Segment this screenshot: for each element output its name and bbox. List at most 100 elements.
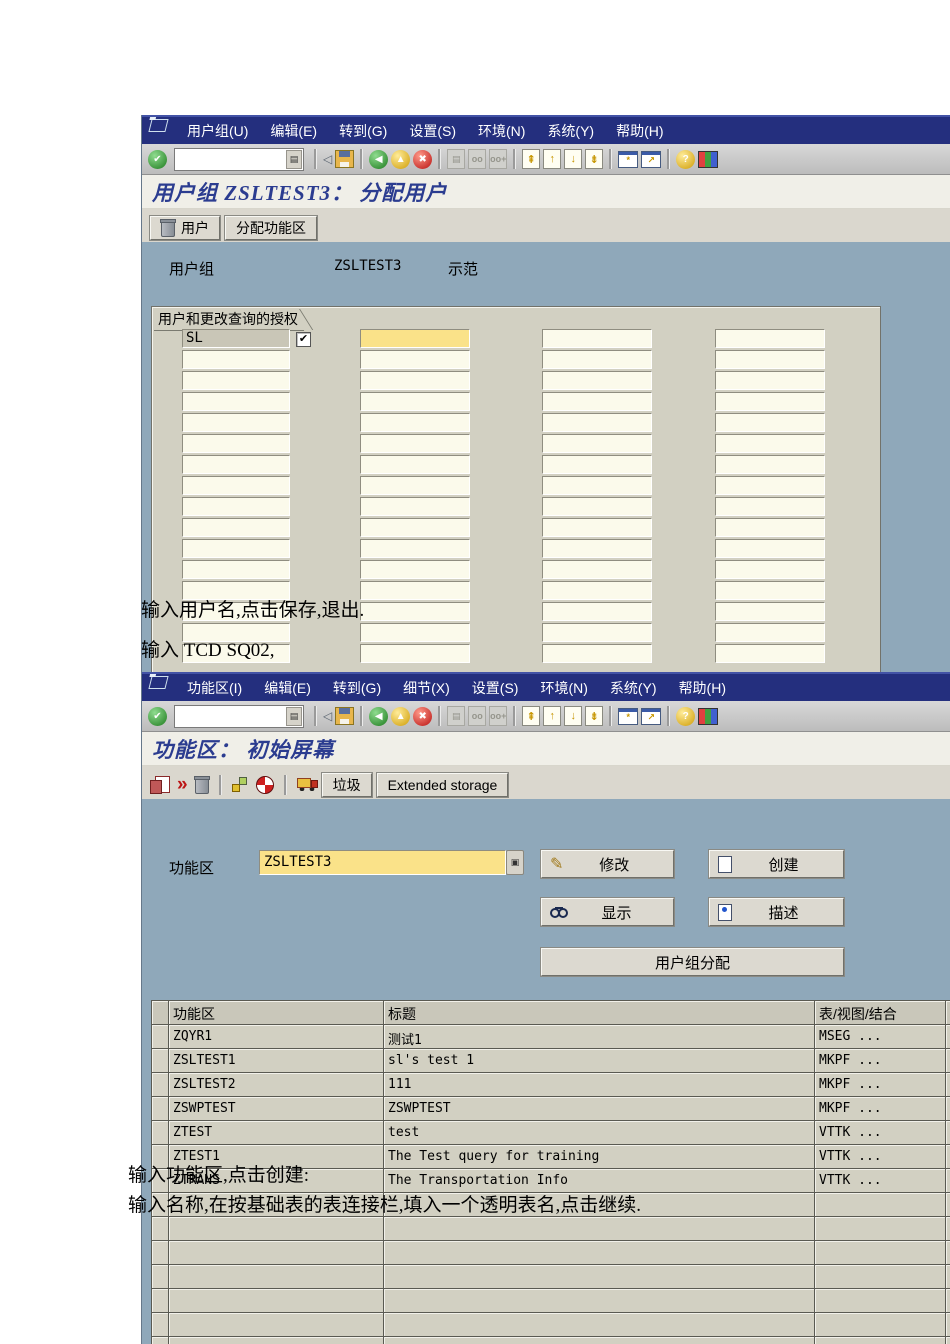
page-up-icon[interactable]: ↑ bbox=[543, 706, 562, 726]
find-icon[interactable]: oo bbox=[468, 149, 487, 169]
menu-item-help[interactable]: 帮助(H) bbox=[605, 121, 674, 141]
garbage-button[interactable]: 垃圾 bbox=[321, 772, 372, 797]
menu-item-goto[interactable]: 转到(G) bbox=[328, 121, 398, 141]
user-field[interactable] bbox=[542, 518, 652, 537]
user-field[interactable] bbox=[715, 623, 825, 642]
user-field[interactable] bbox=[715, 413, 825, 432]
row-selector[interactable] bbox=[152, 1241, 169, 1265]
user-group-assignment-button[interactable]: 用户组分配 bbox=[541, 948, 844, 976]
display-button[interactable]: 显示 bbox=[541, 898, 674, 926]
transport-icon[interactable] bbox=[296, 778, 318, 791]
last-page-icon[interactable]: ⇟ bbox=[585, 706, 604, 726]
menu-item-help[interactable]: 帮助(H) bbox=[668, 678, 737, 698]
description-button[interactable]: 描述 bbox=[709, 898, 844, 926]
user-field[interactable] bbox=[360, 371, 470, 390]
user-field[interactable] bbox=[715, 560, 825, 579]
user-field[interactable] bbox=[182, 413, 290, 432]
user-field[interactable] bbox=[715, 602, 825, 621]
user-selected-checkbox[interactable]: ✔ bbox=[296, 332, 311, 347]
user-field[interactable] bbox=[542, 581, 652, 600]
page-down-icon[interactable]: ↓ bbox=[564, 149, 583, 169]
user-field[interactable] bbox=[360, 497, 470, 516]
menu-item-user-group[interactable]: 用户组(U) bbox=[176, 121, 259, 141]
delete-user-button[interactable]: 用户 bbox=[150, 215, 220, 240]
where-used-icon[interactable] bbox=[231, 777, 249, 792]
row-selector[interactable] bbox=[152, 1001, 169, 1025]
user-field[interactable] bbox=[715, 455, 825, 474]
user-field[interactable] bbox=[360, 455, 470, 474]
user-field[interactable] bbox=[542, 350, 652, 369]
first-page-icon[interactable]: ⇞ bbox=[522, 149, 541, 169]
user-field[interactable] bbox=[360, 560, 470, 579]
back-icon[interactable]: ◀ bbox=[369, 149, 389, 169]
menu-item-environment[interactable]: 环境(N) bbox=[467, 121, 536, 141]
extended-storage-button[interactable]: Extended storage bbox=[376, 772, 509, 797]
user-field[interactable] bbox=[360, 434, 470, 453]
find-next-icon[interactable]: oo+ bbox=[489, 149, 508, 169]
user-field[interactable] bbox=[542, 539, 652, 558]
user-field[interactable] bbox=[182, 392, 290, 411]
functional-area-input[interactable]: ZSLTEST3 bbox=[259, 850, 506, 875]
cancel-icon[interactable]: ✖ bbox=[413, 706, 433, 726]
collapse-icon[interactable]: ◁ bbox=[323, 152, 332, 166]
user-field[interactable] bbox=[542, 434, 652, 453]
first-page-icon[interactable]: ⇞ bbox=[522, 706, 541, 726]
enter-icon[interactable]: ✔ bbox=[148, 149, 167, 169]
user-field[interactable] bbox=[182, 518, 290, 537]
user-field[interactable] bbox=[542, 644, 652, 663]
menu-item-goto[interactable]: 转到(G) bbox=[322, 678, 392, 698]
command-field[interactable]: ▤ bbox=[174, 704, 304, 728]
user-field[interactable] bbox=[360, 644, 470, 663]
enter-icon[interactable]: ✔ bbox=[148, 706, 167, 726]
new-session-icon[interactable]: * bbox=[618, 150, 639, 168]
user-field[interactable] bbox=[715, 476, 825, 495]
user-field[interactable] bbox=[542, 413, 652, 432]
user-field[interactable] bbox=[360, 413, 470, 432]
user-field[interactable] bbox=[182, 455, 290, 474]
system-menu-icon[interactable] bbox=[148, 676, 169, 689]
user-field[interactable] bbox=[715, 329, 825, 348]
user-field[interactable] bbox=[182, 371, 290, 390]
user-field[interactable] bbox=[715, 371, 825, 390]
row-selector[interactable] bbox=[152, 1121, 169, 1145]
user-field[interactable] bbox=[360, 392, 470, 411]
customize-icon[interactable] bbox=[698, 707, 719, 725]
find-icon[interactable]: oo bbox=[468, 706, 487, 726]
user-field[interactable] bbox=[715, 350, 825, 369]
user-field[interactable] bbox=[542, 560, 652, 579]
user-field[interactable] bbox=[542, 371, 652, 390]
user-field[interactable] bbox=[715, 392, 825, 411]
user-field[interactable] bbox=[182, 476, 290, 495]
user-field[interactable] bbox=[715, 518, 825, 537]
user-field[interactable] bbox=[715, 497, 825, 516]
row-selector[interactable] bbox=[152, 1217, 169, 1241]
create-button[interactable]: 创建 bbox=[709, 850, 844, 878]
user-field[interactable] bbox=[360, 350, 470, 369]
customize-icon[interactable] bbox=[698, 150, 719, 168]
menu-item-edit[interactable]: 编辑(E) bbox=[253, 678, 322, 698]
last-page-icon[interactable]: ⇟ bbox=[585, 149, 604, 169]
assign-functional-area-button[interactable]: 分配功能区 bbox=[225, 215, 317, 240]
row-selector[interactable] bbox=[152, 1025, 169, 1049]
user-field[interactable] bbox=[182, 560, 290, 579]
new-session-icon[interactable]: * bbox=[618, 707, 639, 725]
page-down-icon[interactable]: ↓ bbox=[564, 706, 583, 726]
user-field[interactable] bbox=[542, 455, 652, 474]
menu-item-system[interactable]: 系统(Y) bbox=[536, 121, 605, 141]
display-change-icon[interactable]: » bbox=[177, 775, 188, 794]
row-selector[interactable] bbox=[152, 1337, 169, 1344]
user-field[interactable] bbox=[360, 602, 470, 621]
delete-icon[interactable] bbox=[193, 775, 210, 794]
row-selector[interactable] bbox=[152, 1313, 169, 1337]
value-help-button[interactable]: ▣ bbox=[506, 850, 524, 875]
menu-item-detail[interactable]: 细节(X) bbox=[392, 678, 461, 698]
user-field[interactable] bbox=[715, 539, 825, 558]
print-icon[interactable]: ▤ bbox=[447, 706, 466, 726]
menu-item-settings[interactable]: 设置(S) bbox=[461, 678, 530, 698]
save-icon[interactable] bbox=[335, 150, 355, 168]
user-field[interactable] bbox=[360, 539, 470, 558]
row-selector[interactable] bbox=[152, 1049, 169, 1073]
row-selector[interactable] bbox=[152, 1289, 169, 1313]
exit-icon[interactable]: ▲ bbox=[391, 149, 411, 169]
menu-item-settings[interactable]: 设置(S) bbox=[398, 121, 467, 141]
